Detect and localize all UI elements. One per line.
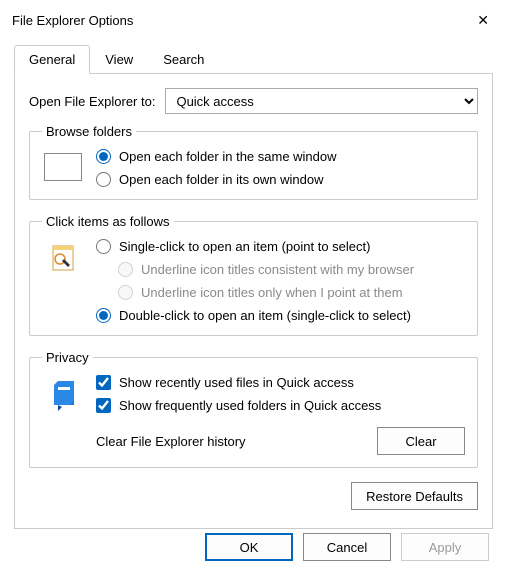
- radio-underline-point: Underline icon titles only when I point …: [118, 285, 414, 300]
- check-recent-files-input[interactable]: [96, 375, 111, 390]
- open-to-label: Open File Explorer to:: [29, 94, 155, 109]
- radio-same-window[interactable]: Open each folder in the same window: [96, 149, 337, 164]
- radio-single-click-input[interactable]: [96, 239, 111, 254]
- tabstrip: General View Search: [0, 45, 507, 74]
- tab-general[interactable]: General: [14, 45, 90, 74]
- group-click-items: Click items as follows Single-click to o…: [29, 214, 478, 336]
- dialog-buttons: OK Cancel Apply: [205, 533, 489, 561]
- radio-underline-point-label: Underline icon titles only when I point …: [141, 285, 403, 300]
- titlebar: File Explorer Options ✕: [0, 0, 507, 41]
- close-icon[interactable]: ✕: [469, 8, 497, 33]
- radio-underline-browser: Underline icon titles consistent with my…: [118, 262, 414, 277]
- radio-underline-browser-input: [118, 262, 133, 277]
- check-frequent-folders-label: Show frequently used folders in Quick ac…: [119, 398, 381, 413]
- group-browse-folders: Browse folders Open each folder in the s…: [29, 124, 478, 200]
- click-legend: Click items as follows: [42, 214, 174, 229]
- tab-view[interactable]: View: [90, 45, 148, 74]
- radio-underline-point-input: [118, 285, 133, 300]
- folder-window-icon: [44, 153, 82, 181]
- privacy-icon: [48, 379, 80, 411]
- radio-single-click-label: Single-click to open an item (point to s…: [119, 239, 370, 254]
- clear-button[interactable]: Clear: [377, 427, 465, 455]
- check-recent-files[interactable]: Show recently used files in Quick access: [96, 375, 465, 390]
- radio-double-click-label: Double-click to open an item (single-cli…: [119, 308, 411, 323]
- radio-own-window-label: Open each folder in its own window: [119, 172, 324, 187]
- radio-single-click[interactable]: Single-click to open an item (point to s…: [96, 239, 414, 254]
- apply-button[interactable]: Apply: [401, 533, 489, 561]
- cancel-button[interactable]: Cancel: [303, 533, 391, 561]
- radio-same-window-label: Open each folder in the same window: [119, 149, 337, 164]
- open-to-select[interactable]: Quick access: [165, 88, 478, 114]
- radio-same-window-input[interactable]: [96, 149, 111, 164]
- ok-button[interactable]: OK: [205, 533, 293, 561]
- tab-search[interactable]: Search: [148, 45, 219, 74]
- radio-underline-browser-label: Underline icon titles consistent with my…: [141, 262, 414, 277]
- restore-defaults-button[interactable]: Restore Defaults: [351, 482, 478, 510]
- radio-double-click-input[interactable]: [96, 308, 111, 323]
- privacy-legend: Privacy: [42, 350, 93, 365]
- window-title: File Explorer Options: [12, 13, 133, 28]
- check-frequent-folders-input[interactable]: [96, 398, 111, 413]
- radio-own-window[interactable]: Open each folder in its own window: [96, 172, 337, 187]
- radio-double-click[interactable]: Double-click to open an item (single-cli…: [96, 308, 414, 323]
- group-privacy: Privacy Show recently used files in Quic…: [29, 350, 478, 468]
- check-recent-files-label: Show recently used files in Quick access: [119, 375, 354, 390]
- browse-legend: Browse folders: [42, 124, 136, 139]
- tab-panel-general: Open File Explorer to: Quick access Brow…: [14, 73, 493, 529]
- click-icon: [48, 243, 80, 275]
- radio-own-window-input[interactable]: [96, 172, 111, 187]
- check-frequent-folders[interactable]: Show frequently used folders in Quick ac…: [96, 398, 465, 413]
- clear-history-label: Clear File Explorer history: [96, 434, 246, 449]
